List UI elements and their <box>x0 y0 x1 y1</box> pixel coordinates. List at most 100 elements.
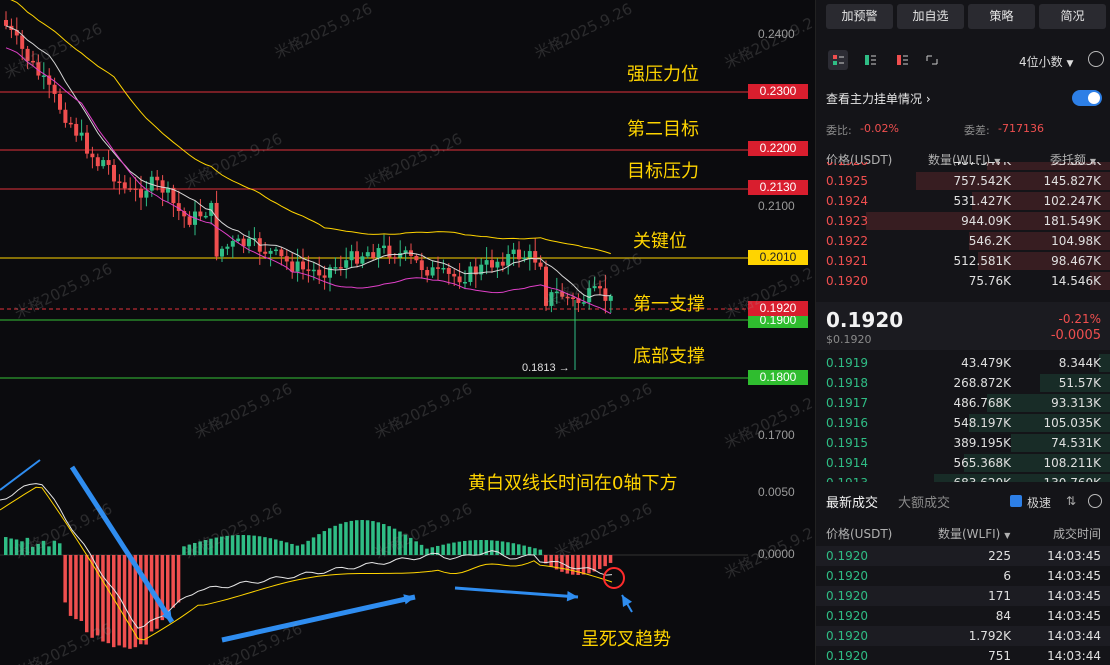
macd-histogram-bar <box>457 541 462 555</box>
candle <box>355 251 359 264</box>
macd-histogram-bar <box>85 555 89 633</box>
settings-icon[interactable] <box>1088 494 1102 508</box>
add-alert-button[interactable]: 加预警 <box>826 4 893 29</box>
order-book-row[interactable]: 0.1915 389.195K 74.531K <box>816 433 1110 453</box>
price-cell: 0.1913 <box>826 473 868 482</box>
book-bids-view-icon[interactable] <box>860 50 880 70</box>
kline-chart[interactable]: 强压力位 第二目标 目标压力 关键位 第一支撑 底部支撑 黄白双线长时间在0轴下… <box>0 0 812 665</box>
order-book-row[interactable]: 0.1922 546.2K 104.98K <box>816 231 1110 251</box>
macd-histogram-bar <box>166 555 170 615</box>
macd-histogram-bar <box>247 535 251 555</box>
macd-histogram-bar <box>225 535 229 555</box>
candle <box>63 109 68 123</box>
price-cell: 0.1921 <box>826 254 868 268</box>
candle <box>500 261 505 266</box>
candle <box>414 255 419 261</box>
trade-col-qty-header[interactable]: 数量(WLFI) ▼ <box>938 525 1010 542</box>
add-favorite-button[interactable]: 加自选 <box>897 4 964 29</box>
order-book-row[interactable]: 0.1921 512.581K 98.467K <box>816 251 1110 271</box>
candle <box>85 132 89 154</box>
order-book-panel: 加预警 加自选 策略 简况 4位小数 ▼ 查看主力挂单情况 › 委比: -0.0… <box>815 0 1110 665</box>
tab-large-trades[interactable]: 大额成交 <box>898 492 950 511</box>
tab-latest-trades[interactable]: 最新成交 <box>826 492 878 511</box>
candle <box>128 188 133 190</box>
death-cross-annotation: 呈死叉趋势 <box>581 629 671 650</box>
settings-icon[interactable] <box>1088 51 1104 67</box>
ratio-label: 委比: <box>826 124 852 137</box>
candle <box>230 241 235 247</box>
book-both-view-icon[interactable] <box>828 50 848 70</box>
order-book-row[interactable]: 0.1924 531.427K 102.247K <box>816 191 1110 211</box>
strategy-button[interactable]: 策略 <box>968 4 1035 29</box>
candle <box>322 275 327 278</box>
change-absolute: -0.0005 <box>1050 328 1101 343</box>
macd-histogram-bar <box>171 555 175 608</box>
macd-histogram-bar <box>608 555 613 563</box>
candle <box>592 286 597 289</box>
total-cell: 93.313K <box>1051 396 1101 410</box>
qty-cell: 75.76K <box>968 274 1011 288</box>
trade-time-cell: 14:03:45 <box>1047 549 1101 563</box>
book-asks-view-icon[interactable] <box>892 50 912 70</box>
macd-histogram-bar <box>425 548 429 555</box>
uptrend-arrow <box>221 594 416 643</box>
macd-histogram-bar <box>128 555 132 649</box>
order-book-row[interactable]: 0.1923 944.09K 181.549K <box>816 211 1110 231</box>
chart-canvas[interactable] <box>0 0 812 665</box>
candle <box>522 257 527 260</box>
order-book-row[interactable]: 0.1920 75.76K 14.546K <box>816 271 1110 291</box>
main-orders-toggle[interactable] <box>1072 90 1102 106</box>
macd-histogram-bar <box>193 542 197 555</box>
order-book-row[interactable]: 0.1917 486.768K 93.313K <box>816 393 1110 413</box>
order-book-row[interactable]: 0.1918 268.872K 51.57K <box>816 373 1110 393</box>
candle <box>52 84 57 94</box>
order-book-row[interactable]: 0.1914 565.368K 108.211K <box>816 453 1110 473</box>
macd-histogram-bar <box>106 555 111 644</box>
candle <box>565 296 570 299</box>
toggle-knob <box>1088 92 1100 104</box>
macd-histogram-bar <box>214 537 219 555</box>
qty-cell: 683.620K <box>954 473 1012 482</box>
order-book-row[interactable]: 0.1925 757.542K 145.827K <box>816 171 1110 191</box>
macd-histogram-bar <box>322 531 327 555</box>
macd-histogram-bar <box>176 555 181 603</box>
flat-arrow <box>454 586 579 599</box>
macd-histogram-bar <box>279 540 283 555</box>
macd-histogram-bar <box>41 540 46 555</box>
last-price-block: 0.1920 $0.1920 -0.21% -0.0005 <box>816 302 1110 350</box>
order-book-row[interactable]: 0.1919 43.479K 8.344K <box>816 353 1110 373</box>
macd-histogram-bar <box>387 526 391 555</box>
trade-qty-cell: 1.792K <box>968 629 1011 643</box>
order-book-row[interactable]: 0.1926 487.547K 93.883K <box>816 162 1110 171</box>
price-label-0.2130: 0.2130 <box>748 180 808 195</box>
overview-button[interactable]: 简况 <box>1039 4 1106 29</box>
decimals-select[interactable]: 4位小数 ▼ <box>1019 53 1073 70</box>
macd-histogram-bar <box>527 546 532 555</box>
decimals-value: 4位小数 <box>1019 55 1063 69</box>
macd-histogram-bar <box>311 537 316 555</box>
macd-histogram-bar <box>365 520 370 555</box>
macd-histogram-bar <box>198 541 202 555</box>
macd-histogram-bar <box>90 555 94 638</box>
macd-histogram-bar <box>63 555 67 603</box>
candle <box>306 269 311 271</box>
macd-histogram-bar <box>144 555 148 645</box>
macd-histogram-bar <box>403 534 408 555</box>
macd-histogram-bar <box>571 555 575 575</box>
macd-histogram-bar <box>463 540 467 555</box>
total-cell: 181.549K <box>1043 214 1102 228</box>
macd-histogram-bar <box>14 539 19 555</box>
candle <box>187 216 192 225</box>
candle <box>220 248 224 257</box>
trade-price-cell: 0.1920 <box>826 609 868 623</box>
book-expand-icon[interactable] <box>922 50 942 70</box>
macd-histogram-bar <box>230 535 235 555</box>
fast-checkbox[interactable] <box>1010 495 1022 507</box>
diff-value: -717136 <box>998 122 1044 135</box>
candle <box>511 249 516 255</box>
macd-histogram-bar <box>79 555 84 621</box>
order-book-row[interactable]: 0.1913 683.620K 130.760K <box>816 473 1110 482</box>
order-book-row[interactable]: 0.1916 548.197K 105.035K <box>816 413 1110 433</box>
view-main-orders-link[interactable]: 查看主力挂单情况 › <box>826 90 931 107</box>
filter-icon[interactable]: ⇅ <box>1066 494 1076 508</box>
